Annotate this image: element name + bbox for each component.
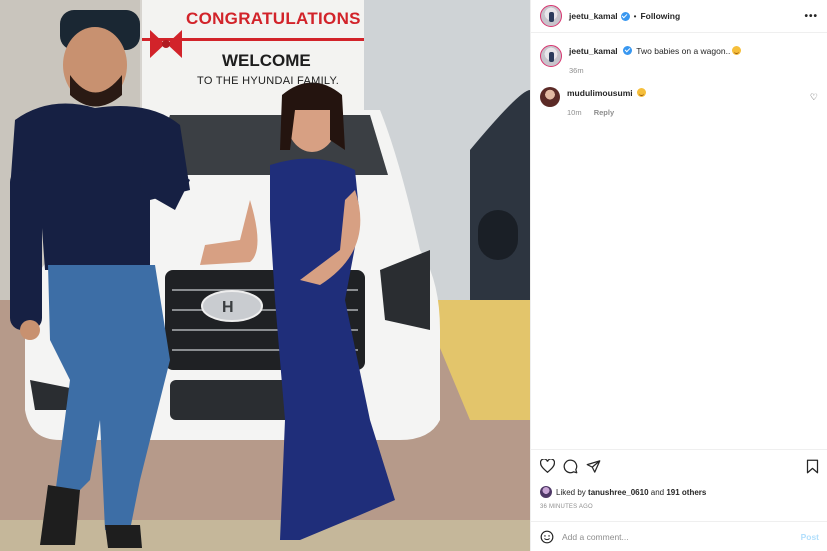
avatar[interactable]	[540, 486, 552, 498]
banner-welcome: WELCOME	[222, 51, 311, 70]
avatar[interactable]	[540, 5, 562, 27]
verified-badge-icon	[623, 46, 633, 55]
comments-list: jeetu_kamal Two babies on a wagon.. 36m …	[531, 33, 827, 119]
clapping-emoji-icon	[637, 88, 647, 97]
following-button[interactable]: Following	[640, 11, 680, 21]
more-horizontal-icon[interactable]: •••	[804, 11, 818, 22]
post-sidebar: jeetu_kamal • Following ••• jeetu_kamal …	[530, 0, 827, 551]
heart-icon[interactable]	[540, 459, 555, 473]
add-comment-bar: Post	[531, 521, 827, 551]
svg-text:H: H	[222, 299, 234, 316]
header-separator: •	[633, 11, 637, 21]
banner-hyundai-family: TO THE HYUNDAI FAMILY.	[197, 75, 340, 87]
cowboy-emoji-icon	[732, 46, 742, 55]
likes-prefix: Liked by	[556, 487, 586, 497]
likes-user[interactable]: tanushree_0610	[588, 488, 648, 497]
banner-congratulations: CONGRATULATIONS	[186, 9, 361, 28]
add-comment-input[interactable]	[562, 531, 801, 542]
emoji-icon[interactable]	[540, 530, 554, 544]
verified-badge-icon	[620, 11, 630, 21]
comment-row: mudulimousumi 10m Reply ♡	[540, 87, 818, 119]
post-photo[interactable]: H CONGRATULATIONS WELCOME TO THE HYUNDAI…	[0, 0, 530, 551]
post-dialog: H CONGRATULATIONS WELCOME TO THE HYUNDAI…	[0, 0, 827, 551]
comment-username[interactable]: mudulimousumi	[567, 88, 633, 98]
avatar[interactable]	[540, 87, 560, 107]
caption-row: jeetu_kamal Two babies on a wagon.. 36m	[540, 45, 818, 77]
post-button[interactable]: Post	[801, 532, 819, 542]
bookmark-icon[interactable]	[806, 459, 819, 474]
caption-username[interactable]: jeetu_kamal	[569, 46, 618, 56]
likes-middle: and	[650, 487, 665, 497]
caption-time[interactable]: 36m	[569, 66, 584, 75]
likes-summary: Liked by tanushree_0610 and 191 others	[540, 486, 819, 498]
comment-time[interactable]: 10m	[567, 108, 582, 117]
post-actions: Liked by tanushree_0610 and 191 others 3…	[531, 449, 827, 510]
avatar[interactable]	[540, 45, 562, 67]
post-header: jeetu_kamal • Following •••	[531, 0, 827, 33]
comment-icon[interactable]	[563, 459, 578, 474]
reply-button[interactable]: Reply	[594, 108, 614, 117]
post-timestamp[interactable]: 36 MINUTES AGO	[540, 504, 819, 510]
header-username[interactable]: jeetu_kamal	[569, 11, 618, 21]
likes-others[interactable]: 191 others	[666, 488, 706, 497]
send-icon[interactable]	[586, 459, 601, 474]
caption-text: Two babies on a wagon..	[636, 46, 731, 56]
comment-heart-icon[interactable]: ♡	[810, 92, 818, 103]
